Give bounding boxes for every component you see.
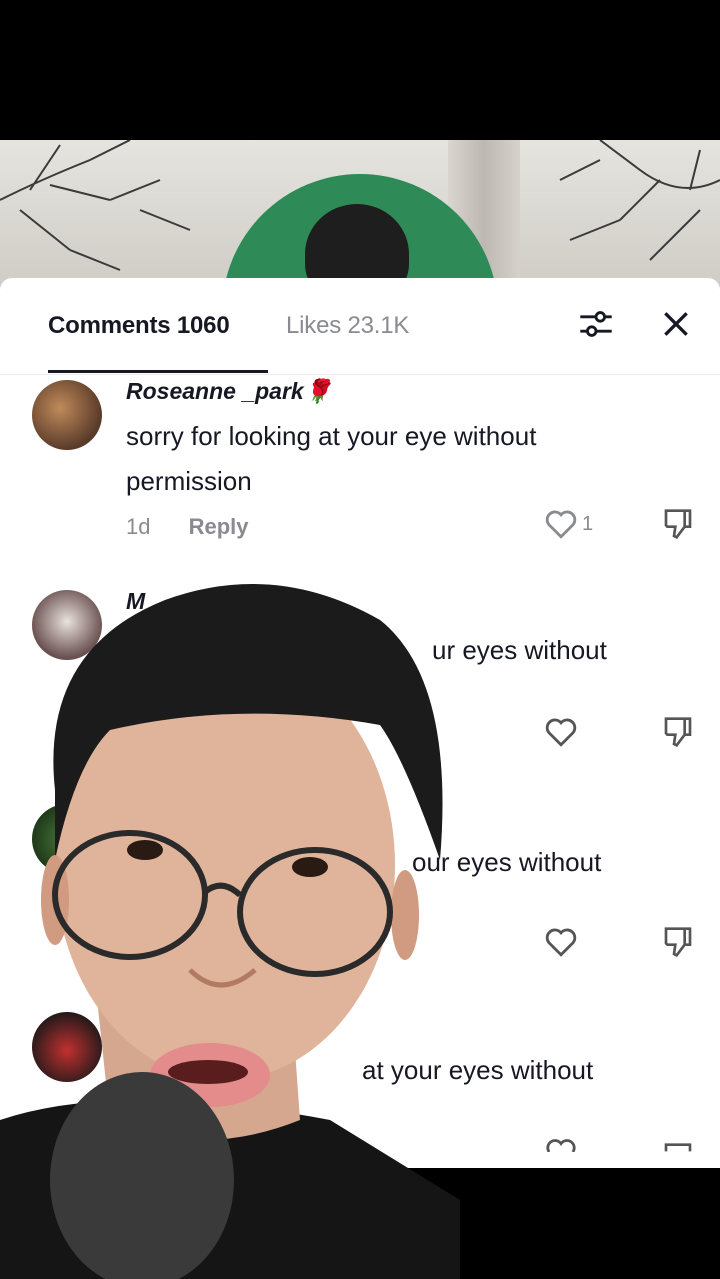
like-button[interactable] (544, 716, 578, 748)
avatar[interactable] (32, 380, 102, 450)
heart-icon (545, 928, 577, 957)
heart-icon[interactable] (544, 1138, 578, 1152)
comment-username[interactable]: Roseanne _park🌹 (126, 378, 332, 405)
tab-comments[interactable]: Comments 1060 (48, 312, 230, 340)
thumbs-down-icon[interactable] (662, 924, 694, 960)
avatar[interactable] (32, 804, 102, 874)
bottom-letterbox (0, 1168, 720, 1279)
avatar[interactable] (32, 1012, 102, 1082)
like-button[interactable]: 1 (544, 508, 593, 540)
comment-text: our eyes without (412, 847, 602, 877)
avatar[interactable] (32, 590, 102, 660)
comment-meta: 1d Reply (126, 514, 249, 540)
like-count: 1 (582, 512, 594, 535)
thumbs-down-icon[interactable] (662, 506, 694, 542)
comment-username[interactable]: M (126, 588, 145, 615)
comment-time: 1d (126, 514, 151, 539)
top-letterbox (0, 0, 720, 140)
active-tab-indicator (48, 370, 268, 373)
heart-icon (545, 510, 577, 539)
thumbs-down-icon[interactable] (662, 714, 694, 750)
comment-text: ur eyes without (432, 635, 607, 665)
tab-likes[interactable]: Likes 23.1K (286, 312, 409, 340)
sliders-icon[interactable] (576, 304, 616, 344)
video-background (0, 140, 720, 290)
like-button[interactable] (544, 926, 578, 958)
comment-text: sorry for looking at your eye without pe… (126, 421, 537, 496)
comments-sheet: Comments 1060 Likes 23.1K Roseanne _park… (0, 278, 720, 1168)
close-icon[interactable] (660, 308, 692, 340)
comment-text: at your eyes without (362, 1055, 594, 1085)
thumbs-down-icon[interactable] (662, 1140, 694, 1152)
heart-icon (545, 718, 577, 747)
reply-button[interactable]: Reply (189, 514, 249, 539)
